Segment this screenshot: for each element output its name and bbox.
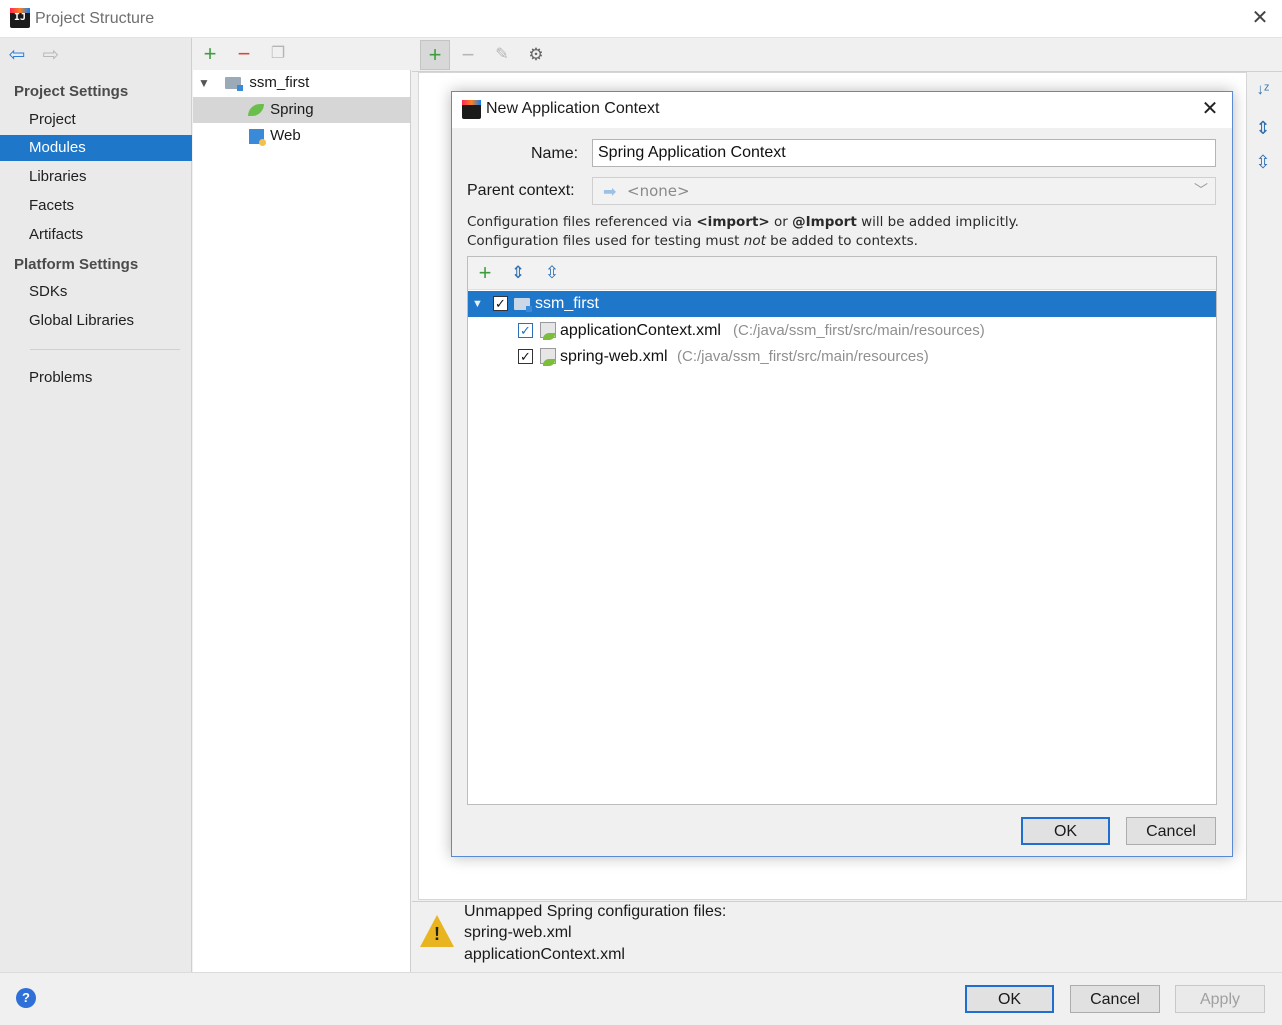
chevron-down-icon[interactable]: ▼ <box>193 70 215 96</box>
root-checkbox[interactable]: ✓ <box>493 296 508 311</box>
spring-leaf-icon <box>248 104 264 117</box>
help-icon[interactable]: ? <box>16 988 36 1008</box>
file-checkbox[interactable]: ✓ <box>518 349 533 364</box>
nav-item-project[interactable]: Project <box>0 107 192 133</box>
cancel-button[interactable]: Cancel <box>1070 985 1160 1013</box>
sort-alpha-icon[interactable]: ↓ᶻ <box>1251 78 1275 102</box>
info-text: be added to contexts. <box>770 233 918 249</box>
back-arrow-icon[interactable]: ⇦ <box>6 44 28 66</box>
tree-item-label: Spring <box>270 101 314 118</box>
info-import-tag: <import> <box>696 214 770 230</box>
tree-item-spring[interactable]: Spring <box>193 97 410 123</box>
window-title: Project Structure <box>35 10 155 27</box>
nav-item-sdks[interactable]: SDKs <box>0 279 192 305</box>
tree-item-web[interactable]: Web <box>193 123 410 149</box>
file-path: (C:/java/ssm_first/src/main/resources) <box>733 322 985 339</box>
info-import-annotation: @Import <box>792 214 857 230</box>
nav-item-global-libraries[interactable]: Global Libraries <box>0 308 192 334</box>
module-tree-pane <box>193 38 411 972</box>
name-label: Name: <box>531 145 579 162</box>
side-toolbar <box>1247 72 1282 900</box>
remove-context-icon[interactable]: − <box>456 43 480 67</box>
warning-file: applicationContext.xml <box>464 946 625 963</box>
warning-file: spring-web.xml <box>464 924 572 941</box>
info-not: not <box>743 233 766 249</box>
spring-xml-icon <box>540 322 556 340</box>
root-label: ssm_first <box>535 295 599 312</box>
collapse-all-icon[interactable]: ⇳ <box>1251 150 1275 174</box>
dialog-title: New Application Context <box>486 100 660 117</box>
module-folder-icon <box>514 298 532 312</box>
dialog-ok-button[interactable]: OK <box>1021 817 1110 845</box>
spring-xml-icon <box>540 348 556 366</box>
nav-item-facets[interactable]: Facets <box>0 193 192 219</box>
remove-icon[interactable]: − <box>232 42 256 66</box>
nav-separator <box>30 349 180 350</box>
collapse-all-icon[interactable]: ⇳ <box>540 261 564 285</box>
tree-item-ssm-first[interactable]: ▼ ssm_first <box>193 70 410 96</box>
apply-button[interactable]: Apply <box>1175 985 1265 1013</box>
name-input[interactable] <box>592 139 1216 167</box>
nav-header-platform-settings: Platform Settings <box>14 256 139 273</box>
web-facet-icon <box>249 128 266 146</box>
intellij-logo-icon <box>462 100 481 119</box>
info-line-testing: Configuration files used for testing mus… <box>467 233 918 249</box>
file-checkbox[interactable]: ✓ <box>518 323 533 338</box>
file-row-spring-web[interactable]: ✓ spring-web.xml (C:/java/ssm_first/src/… <box>468 344 1216 370</box>
module-folder-icon <box>225 77 244 92</box>
file-name: applicationContext.xml <box>560 322 721 339</box>
info-line-import: Configuration files referenced via <impo… <box>467 214 1019 230</box>
tree-item-label: ssm_first <box>249 74 310 91</box>
ok-button[interactable]: OK <box>965 985 1054 1013</box>
settings-tools-icon[interactable]: ⚙ <box>524 43 548 67</box>
warning-exclamation: ! <box>434 924 440 944</box>
file-row-application-context[interactable]: ✓ applicationContext.xml (C:/java/ssm_fi… <box>468 318 1216 344</box>
nav-item-modules[interactable]: Modules <box>0 135 192 161</box>
parent-context-value: <none> <box>627 182 690 200</box>
info-text: Configuration files used for testing mus… <box>467 233 740 249</box>
tree-item-label: Web <box>270 127 301 144</box>
intellij-logo-icon: IJ <box>10 8 30 28</box>
file-tree-root-row[interactable]: ▼ ✓ ssm_first <box>468 291 1216 317</box>
file-name: spring-web.xml <box>560 348 668 365</box>
module-tree-toolbar <box>193 38 411 70</box>
chevron-down-icon[interactable]: ﹀ <box>1194 180 1208 200</box>
dialog-cancel-button[interactable]: Cancel <box>1126 817 1216 845</box>
expand-all-icon[interactable]: ⇕ <box>506 261 530 285</box>
forward-arrow-icon[interactable]: ⇨ <box>40 44 62 66</box>
info-text: Configuration files referenced via <box>467 214 693 230</box>
parent-context-label: Parent context: <box>467 182 575 199</box>
expand-all-icon[interactable]: ⇕ <box>1251 116 1275 140</box>
nav-item-problems[interactable]: Problems <box>0 365 192 391</box>
nav-item-artifacts[interactable]: Artifacts <box>0 222 192 248</box>
window-close-icon[interactable]: ✕ <box>1248 6 1272 30</box>
info-text: will be added implicitly. <box>861 214 1019 230</box>
warning-title: Unmapped Spring configuration files: <box>464 903 727 920</box>
add-icon[interactable]: + <box>198 42 222 66</box>
nav-item-libraries[interactable]: Libraries <box>0 164 192 190</box>
arrow-right-icon: ➡ <box>603 184 617 201</box>
copy-icon[interactable]: ❐ <box>266 42 290 66</box>
file-path: (C:/java/ssm_first/src/main/resources) <box>677 348 929 365</box>
add-icon: + <box>428 42 442 67</box>
title-bar <box>0 0 1282 38</box>
info-text: or <box>774 214 788 230</box>
config-files-toolbar <box>468 257 1216 290</box>
edit-pencil-icon[interactable]: ✎ <box>490 43 514 67</box>
chevron-down-icon[interactable]: ▼ <box>472 291 483 317</box>
add-file-icon[interactable]: + <box>473 261 497 285</box>
dialog-close-icon[interactable]: ✕ <box>1198 97 1222 121</box>
add-context-button[interactable]: + <box>420 40 450 70</box>
nav-header-project-settings: Project Settings <box>14 83 129 100</box>
